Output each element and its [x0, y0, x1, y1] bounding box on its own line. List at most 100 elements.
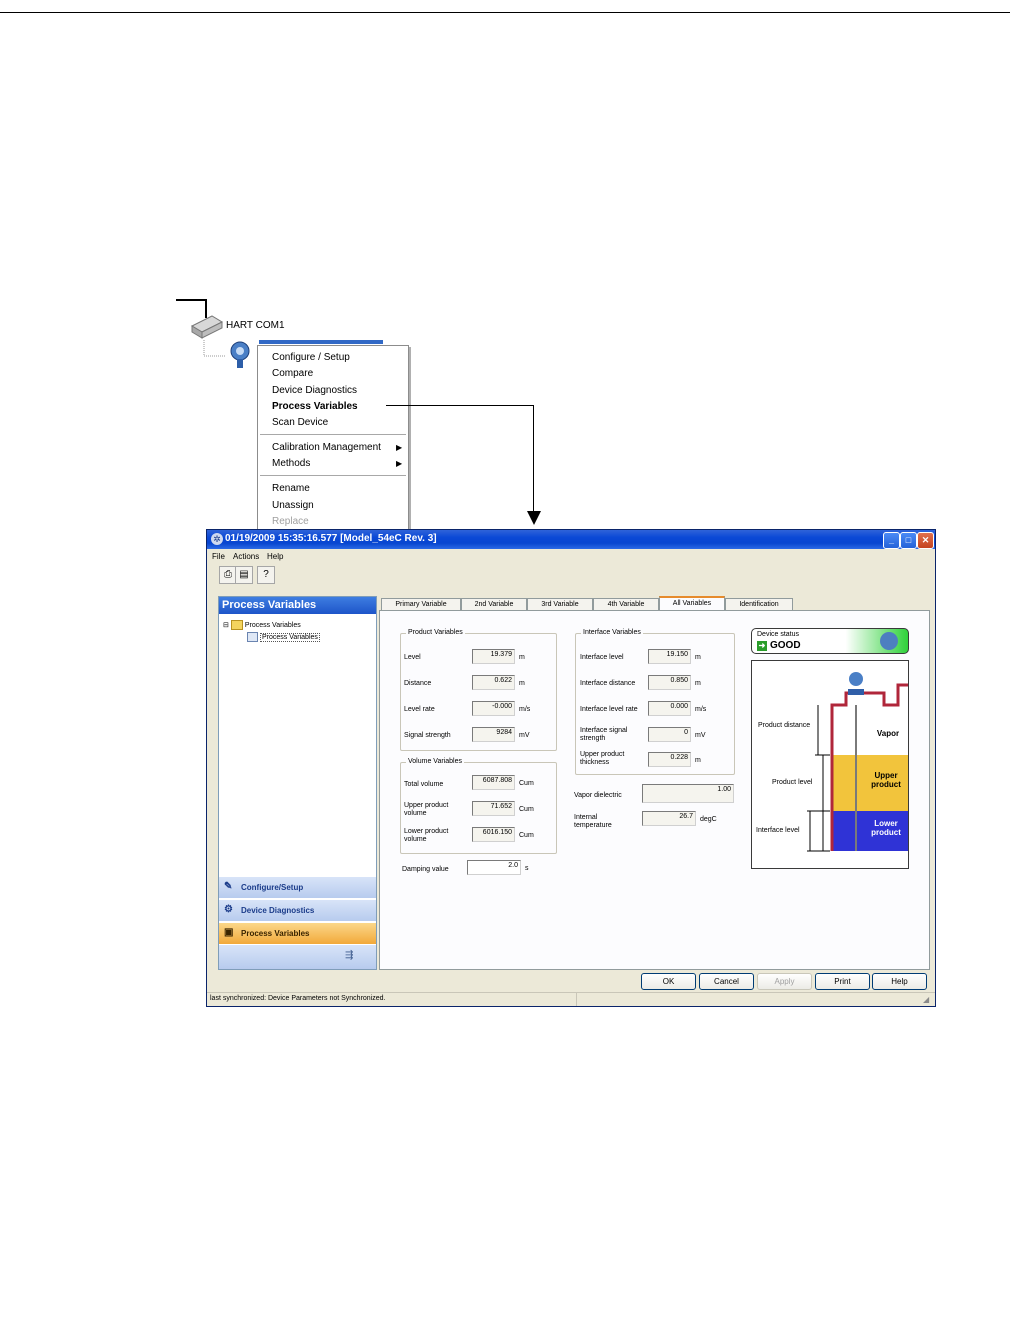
- maximize-button[interactable]: □: [900, 532, 917, 549]
- menu-actions[interactable]: Actions: [233, 552, 259, 561]
- unit-label: Cum: [519, 832, 534, 839]
- menu-item-device-diagnostics[interactable]: Device Diagnostics: [272, 383, 357, 398]
- print-preview-icon[interactable]: ▤: [235, 566, 253, 584]
- connector-arrowhead-icon: [527, 511, 541, 525]
- menu-file[interactable]: File: [212, 552, 225, 561]
- field-label: Lower product volume: [404, 828, 449, 843]
- distance-value: 0.622: [472, 675, 515, 690]
- nav-process-variables[interactable]: ▣ Process Variables: [219, 922, 376, 944]
- diagnostics-icon: ⚙: [224, 904, 233, 915]
- status-bar-text: last synchronized: Device Parameters not…: [210, 995, 386, 1002]
- damping-value-input[interactable]: 2.0: [467, 860, 521, 875]
- upper-product-thickness-value: 0.228: [648, 752, 691, 767]
- nav-label: Process Variables: [241, 929, 310, 938]
- unit-label: Cum: [519, 806, 534, 813]
- unit-label: m/s: [695, 706, 707, 713]
- field-label: Interface distance: [580, 680, 636, 687]
- connector-line: [533, 405, 534, 512]
- unit-label: degC: [700, 816, 717, 823]
- unit-label: m: [695, 757, 701, 764]
- menu-item-process-variables[interactable]: Process Variables: [272, 399, 358, 414]
- menu-item-replace: Replace: [272, 516, 309, 527]
- close-button[interactable]: ✕: [917, 532, 934, 549]
- field-label: Interface level rate: [580, 706, 638, 713]
- unit-label: s: [525, 865, 529, 872]
- field-label: Level: [404, 654, 421, 661]
- unit-label: mV: [519, 732, 530, 739]
- hart-com-label[interactable]: HART COM1: [226, 320, 285, 331]
- selected-device-highlight[interactable]: [259, 340, 383, 344]
- group-title: Volume Variables: [406, 758, 464, 765]
- field-label: Interface signal strength: [580, 727, 628, 742]
- resize-grip-icon[interactable]: ◢: [923, 995, 929, 1004]
- unit-label: m/s: [519, 706, 531, 713]
- group-title: Product Variables: [406, 629, 465, 636]
- page-rule: [0, 12, 1010, 13]
- cancel-button[interactable]: Cancel: [699, 973, 754, 990]
- menu-item-compare[interactable]: Compare: [272, 366, 313, 381]
- interface-level-value: 19.150: [648, 649, 691, 664]
- help-button[interactable]: Help: [872, 973, 927, 990]
- menu-item-calibration-management[interactable]: Calibration Management: [272, 440, 381, 455]
- menu-bar: File Actions Help: [207, 550, 935, 564]
- interface-variables-group: Interface Variables Interface level 19.1…: [575, 629, 735, 775]
- field-label: Level rate: [404, 706, 435, 713]
- level-value: 19.379: [472, 649, 515, 664]
- vapor-dielectric-value: 1.00: [642, 784, 734, 803]
- menu-item-methods[interactable]: Methods: [272, 456, 310, 471]
- device-icon: [880, 632, 898, 650]
- help-cursor-icon[interactable]: ?: [257, 566, 275, 584]
- unit-label: m: [519, 654, 525, 661]
- unit-label: mV: [695, 732, 706, 739]
- wrench-icon: ✎: [224, 881, 233, 892]
- unit-label: Cum: [519, 780, 534, 787]
- nav-label: Configure/Setup: [241, 883, 304, 892]
- status-title: Device status: [757, 631, 800, 638]
- total-volume-value: 6087.808: [472, 775, 515, 790]
- menu-item-configure-setup[interactable]: Configure / Setup: [272, 350, 350, 365]
- menu-separator: [260, 434, 406, 435]
- interface-signal-strength-value: 0: [648, 727, 691, 742]
- hart-tree-graphic: [176, 299, 250, 368]
- submenu-arrow-icon: ▶: [396, 443, 403, 452]
- field-label: Upper product volume: [404, 802, 449, 817]
- title-bar[interactable]: ✲ 01/19/2009 15:35:16.577 [Model_54eC Re…: [207, 530, 935, 549]
- minimize-button[interactable]: _: [883, 532, 900, 549]
- unit-label: m: [519, 680, 525, 687]
- field-label: Total volume: [404, 781, 444, 788]
- menu-item-rename[interactable]: Rename: [272, 481, 310, 496]
- menu-help[interactable]: Help: [267, 552, 283, 561]
- document-icon: [247, 632, 258, 642]
- nav-footer: ⇶: [219, 945, 376, 969]
- apply-button: Apply: [757, 973, 812, 990]
- context-menu: Configure / Setup Compare Device Diagnos…: [257, 345, 409, 530]
- internal-temperature-label: Internal temperature: [574, 814, 612, 829]
- configure-pane-icon[interactable]: ⇶: [345, 950, 353, 961]
- volume-variables-group: Volume Variables Total volume 6087.808 C…: [400, 758, 557, 854]
- tank-diagram: Product distance Product level Interface…: [751, 660, 909, 869]
- nav-configure-setup[interactable]: ✎ Configure/Setup: [219, 876, 376, 898]
- tree-root-item[interactable]: ⊟ Process Variables: [223, 620, 301, 630]
- device-status-indicator: Device status ➜ GOOD: [751, 628, 909, 654]
- nav-device-diagnostics[interactable]: ⚙ Device Diagnostics: [219, 899, 376, 921]
- ok-button[interactable]: OK: [641, 973, 696, 990]
- vapor-label: Vapor: [876, 729, 900, 738]
- product-distance-label: Product distance: [758, 722, 811, 729]
- interface-level-label: Interface level: [756, 827, 800, 834]
- upper-product-label: Upper product: [871, 771, 901, 789]
- print-button[interactable]: Print: [815, 973, 870, 990]
- signal-strength-value: 9284: [472, 727, 515, 742]
- tree-child-item[interactable]: Process Variables: [247, 632, 320, 642]
- menu-item-scan-device[interactable]: Scan Device: [272, 415, 328, 430]
- collapse-icon[interactable]: ⊟: [223, 622, 229, 629]
- status-value: ➜ GOOD: [757, 640, 801, 651]
- navigation-pane: Process Variables ⊟ Process Variables Pr…: [218, 596, 377, 970]
- interface-level-rate-value: 0.000: [648, 701, 691, 716]
- status-divider: [576, 993, 577, 1006]
- unit-label: m: [695, 654, 701, 661]
- submenu-arrow-icon: ▶: [396, 459, 403, 468]
- product-level-label: Product level: [772, 779, 813, 786]
- menu-item-unassign[interactable]: Unassign: [272, 498, 314, 513]
- folder-icon: [230, 620, 243, 630]
- status-bar: last synchronized: Device Parameters not…: [207, 992, 935, 1006]
